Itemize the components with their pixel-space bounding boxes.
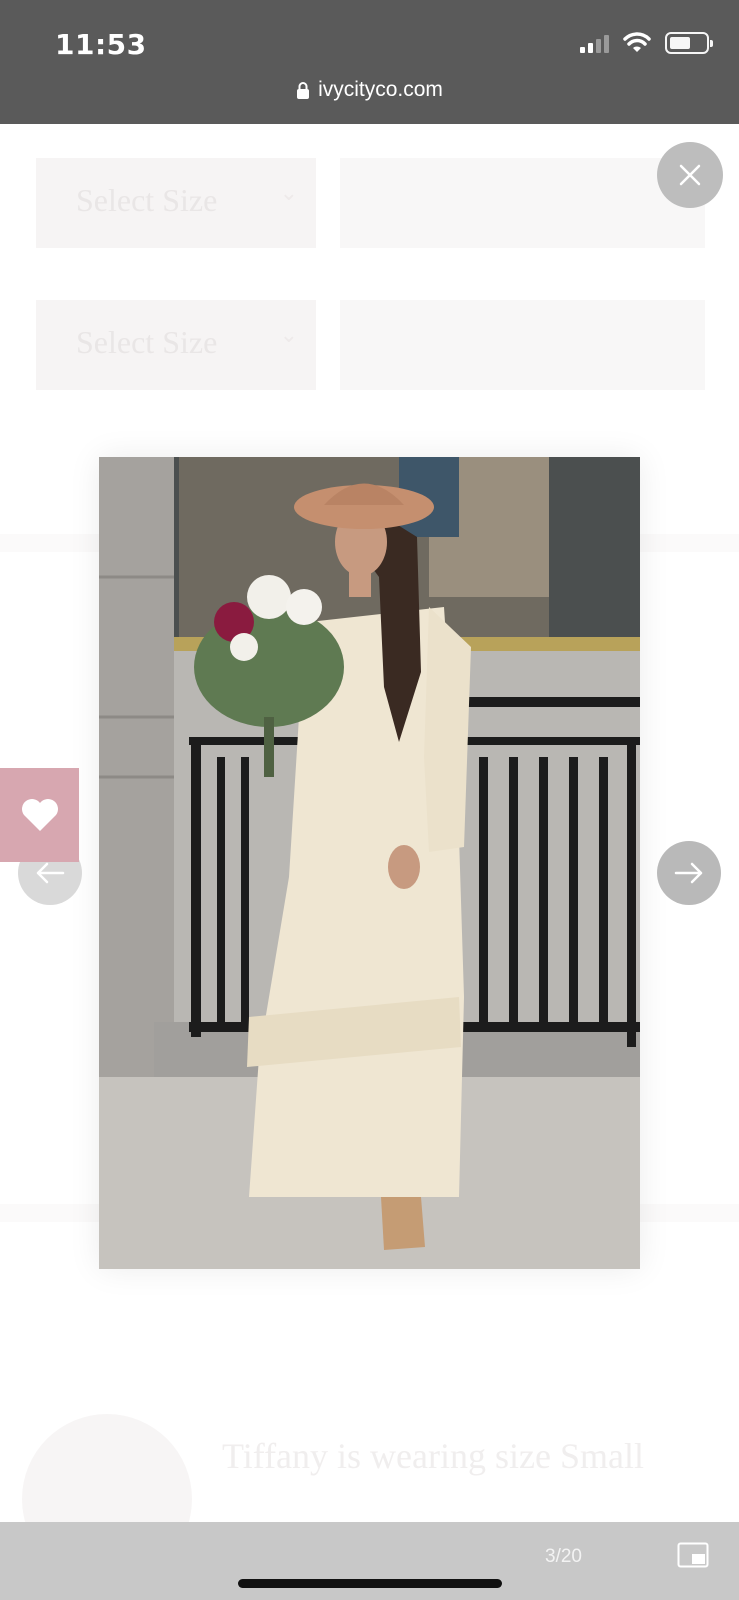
status-icons <box>580 32 713 54</box>
size-select-2: Select Size ⌄ <box>36 300 316 390</box>
add-to-cart-button-1 <box>340 158 705 248</box>
product-photo <box>99 457 640 1269</box>
model-size-note: Tiffany is wearing size Small <box>222 1436 644 1476</box>
wifi-icon <box>623 32 651 52</box>
close-icon <box>679 164 701 186</box>
status-bar: 11:53 ivycityco.com <box>0 0 739 124</box>
address-bar[interactable]: ivycityco.com <box>0 78 739 102</box>
size-select-2-label: Select Size <box>76 324 218 360</box>
size-select-1-label: Select Size <box>76 182 218 218</box>
battery-icon <box>665 32 713 54</box>
lock-icon <box>297 82 310 99</box>
home-indicator[interactable] <box>238 1579 502 1588</box>
image-counter: 3/20 <box>545 1546 582 1567</box>
next-image-button[interactable] <box>657 841 721 905</box>
bottom-toolbar: 3/20 <box>0 1522 739 1600</box>
picture-in-picture-icon[interactable] <box>677 1542 709 1568</box>
url-text: ivycityco.com <box>318 78 443 101</box>
arrow-left-icon <box>36 862 65 884</box>
chevron-down-icon: ⌄ <box>279 322 298 347</box>
arrow-right-icon <box>674 862 703 884</box>
size-select-1: Select Size ⌄ <box>36 158 316 248</box>
status-time: 11:53 <box>55 28 147 61</box>
close-button[interactable] <box>657 142 723 208</box>
signal-icon <box>580 33 609 53</box>
chevron-down-icon: ⌄ <box>279 180 298 205</box>
wishlist-button[interactable] <box>0 768 79 862</box>
add-to-cart-button-2 <box>340 300 705 390</box>
heart-icon <box>21 799 58 831</box>
